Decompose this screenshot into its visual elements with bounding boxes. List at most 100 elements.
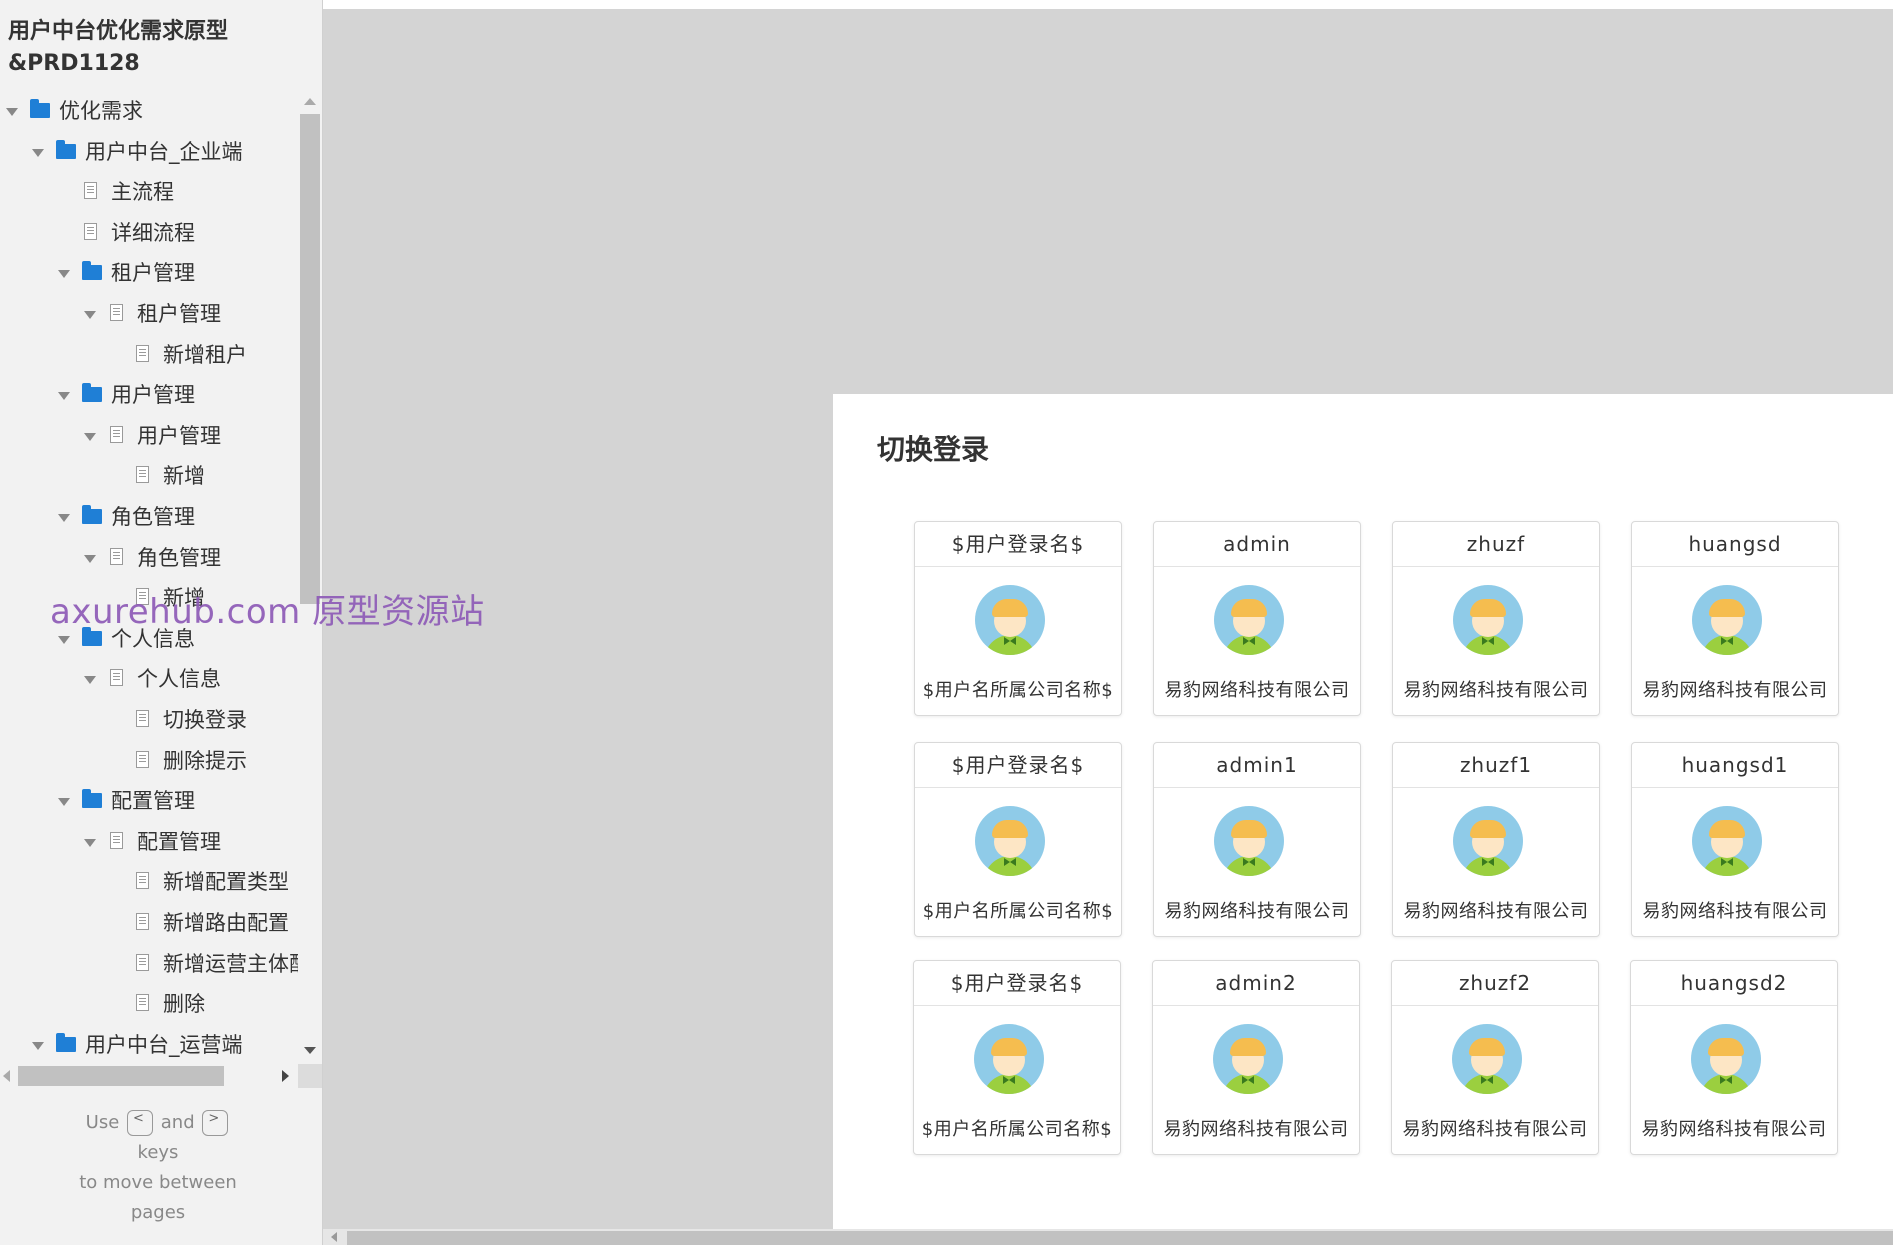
tree-vertical-scroll-thumb[interactable] — [300, 114, 320, 604]
user-avatar-icon — [975, 585, 1045, 655]
switch-login-panel: 切换登录 $用户登录名$ $用户名所属公司名称$ admin 易豹网络科技有限公司 zh… — [833, 394, 1893, 1234]
scroll-left-arrow-icon[interactable] — [3, 1070, 10, 1082]
account-username: admin — [1154, 522, 1360, 567]
scroll-down-arrow-icon[interactable] — [304, 1047, 316, 1054]
sitemap-item-label: 新增 — [163, 464, 205, 489]
page-icon — [136, 913, 149, 930]
scrollbar-corner — [298, 1064, 322, 1088]
sitemap-item[interactable]: 配置管理 — [0, 823, 298, 863]
sitemap-item-label: 配置管理 — [111, 789, 195, 814]
canvas-horizontal-scroll-thumb[interactable] — [347, 1231, 1893, 1245]
page-icon — [110, 547, 123, 565]
sitemap-item[interactable]: 用户管理 — [0, 417, 298, 457]
sitemap-item[interactable]: 优化需求 — [0, 92, 298, 132]
sitemap-item-label: 用户中台_运营端 — [85, 1032, 243, 1057]
expand-arrow-icon[interactable] — [58, 514, 70, 522]
folder-icon — [82, 261, 102, 281]
expand-arrow-icon[interactable] — [32, 148, 44, 157]
expand-arrow-icon[interactable] — [84, 432, 96, 441]
sitemap-item-label: 删除提示 — [163, 748, 247, 773]
account-username: $用户登录名$ — [915, 743, 1121, 788]
expand-arrow-icon[interactable] — [32, 1041, 44, 1050]
sitemap-item-label: 用户中台_企业端 — [85, 139, 243, 164]
sitemap-item-label: 新增运营主体配置 — [163, 951, 298, 976]
tree-horizontal-scroll-thumb[interactable] — [18, 1066, 224, 1086]
sitemap-item[interactable]: 用户中台_运营端 — [0, 1026, 298, 1062]
account-card[interactable]: huangsd2 易豹网络科技有限公司 — [1630, 960, 1838, 1155]
sitemap-item[interactable]: 配置管理 — [0, 782, 298, 822]
expand-arrow-icon[interactable] — [84, 676, 96, 685]
account-card[interactable]: $用户登录名$ $用户名所属公司名称$ — [914, 521, 1122, 716]
sitemap-item[interactable]: 角色管理 — [0, 498, 298, 538]
page-icon — [136, 994, 149, 1012]
account-company: 易豹网络科技有限公司 — [1402, 1119, 1588, 1140]
expand-arrow-icon[interactable] — [58, 392, 70, 401]
sitemap-item[interactable]: 新增租户 — [0, 336, 298, 376]
prev-key-icon: < — [127, 1110, 154, 1136]
expand-arrow-icon[interactable] — [84, 838, 96, 847]
page-icon — [136, 872, 149, 890]
page-icon — [136, 750, 149, 768]
account-card[interactable]: huangsd1 易豹网络科技有限公司 — [1631, 742, 1839, 937]
expand-arrow-icon[interactable] — [6, 108, 18, 116]
account-card[interactable]: admin 易豹网络科技有限公司 — [1153, 521, 1361, 716]
user-avatar-icon — [1692, 806, 1762, 876]
account-company: 易豹网络科技有限公司 — [1164, 680, 1350, 701]
sitemap-item-label: 用户管理 — [111, 383, 195, 408]
account-card[interactable]: admin1 易豹网络科技有限公司 — [1153, 742, 1361, 937]
next-key-icon: > — [202, 1110, 229, 1136]
account-card[interactable]: $用户登录名$ $用户名所属公司名称$ — [913, 960, 1121, 1155]
sitemap-item[interactable]: 主流程 — [0, 173, 298, 213]
scroll-up-arrow-icon[interactable] — [304, 98, 316, 105]
hint-line3-text: to move between — [79, 1172, 237, 1193]
sitemap-item[interactable]: 租户管理 — [0, 254, 298, 294]
sitemap-item[interactable]: 新增路由配置 — [0, 904, 298, 944]
account-card[interactable]: zhuzf2 易豹网络科技有限公司 — [1391, 960, 1599, 1155]
sitemap-item-label: 优化需求 — [59, 99, 143, 123]
expand-arrow-icon[interactable] — [58, 635, 70, 644]
sitemap-item-label: 租户管理 — [111, 261, 195, 286]
sitemap-item[interactable]: 用户中台_企业端 — [0, 133, 298, 173]
expand-arrow-icon[interactable] — [58, 798, 70, 807]
expand-arrow-icon[interactable] — [84, 311, 96, 319]
sitemap-item[interactable]: 个人信息 — [0, 660, 298, 700]
sitemap-item[interactable]: 租户管理 — [0, 295, 298, 335]
account-company: $用户名所属公司名称$ — [922, 901, 1114, 922]
account-username: huangsd2 — [1631, 961, 1837, 1006]
page-icon — [84, 222, 97, 240]
canvas-top-band — [323, 0, 1893, 9]
account-username: admin1 — [1154, 743, 1360, 788]
account-card[interactable]: admin2 易豹网络科技有限公司 — [1152, 960, 1360, 1155]
account-card[interactable]: huangsd 易豹网络科技有限公司 — [1631, 521, 1839, 716]
user-avatar-icon — [1453, 585, 1523, 655]
sitemap-item[interactable]: 删除 — [0, 985, 298, 1025]
project-title-line2: &PRD1128 — [8, 51, 140, 76]
sitemap-item[interactable]: 新增运营主体配置 — [0, 945, 298, 985]
account-username: huangsd1 — [1632, 743, 1838, 788]
expand-arrow-icon[interactable] — [84, 554, 96, 563]
page-icon — [84, 182, 97, 200]
sitemap-item[interactable]: 删除提示 — [0, 742, 298, 782]
folder-icon — [56, 139, 76, 159]
canvas-scroll-left-arrow-icon[interactable] — [331, 1232, 337, 1242]
account-card[interactable]: zhuzf1 易豹网络科技有限公司 — [1392, 742, 1600, 937]
sitemap-item[interactable]: 用户管理 — [0, 376, 298, 416]
sitemap-item[interactable]: 角色管理 — [0, 539, 298, 579]
hint-use-text: Use — [85, 1112, 120, 1133]
scroll-right-arrow-icon[interactable] — [282, 1070, 289, 1082]
page-icon — [110, 669, 123, 687]
sitemap-item-label: 个人信息 — [137, 667, 221, 692]
user-avatar-icon — [1453, 806, 1523, 876]
sitemap-item[interactable]: 详细流程 — [0, 214, 298, 254]
expand-arrow-icon[interactable] — [58, 270, 70, 279]
sitemap-item-label: 用户管理 — [137, 423, 221, 448]
sitemap-item[interactable]: 切换登录 — [0, 701, 298, 741]
sitemap-item[interactable]: 新增 — [0, 457, 298, 497]
sitemap-item[interactable]: 新增配置类型 — [0, 863, 298, 903]
account-card[interactable]: zhuzf 易豹网络科技有限公司 — [1392, 521, 1600, 716]
account-card[interactable]: $用户登录名$ $用户名所属公司名称$ — [914, 742, 1122, 937]
hint-and-text: and — [160, 1112, 195, 1133]
account-company: 易豹网络科技有限公司 — [1164, 901, 1350, 922]
account-username: $用户登录名$ — [914, 961, 1120, 1006]
project-title: 用户中台优化需求原型 &PRD1128 — [8, 16, 308, 80]
